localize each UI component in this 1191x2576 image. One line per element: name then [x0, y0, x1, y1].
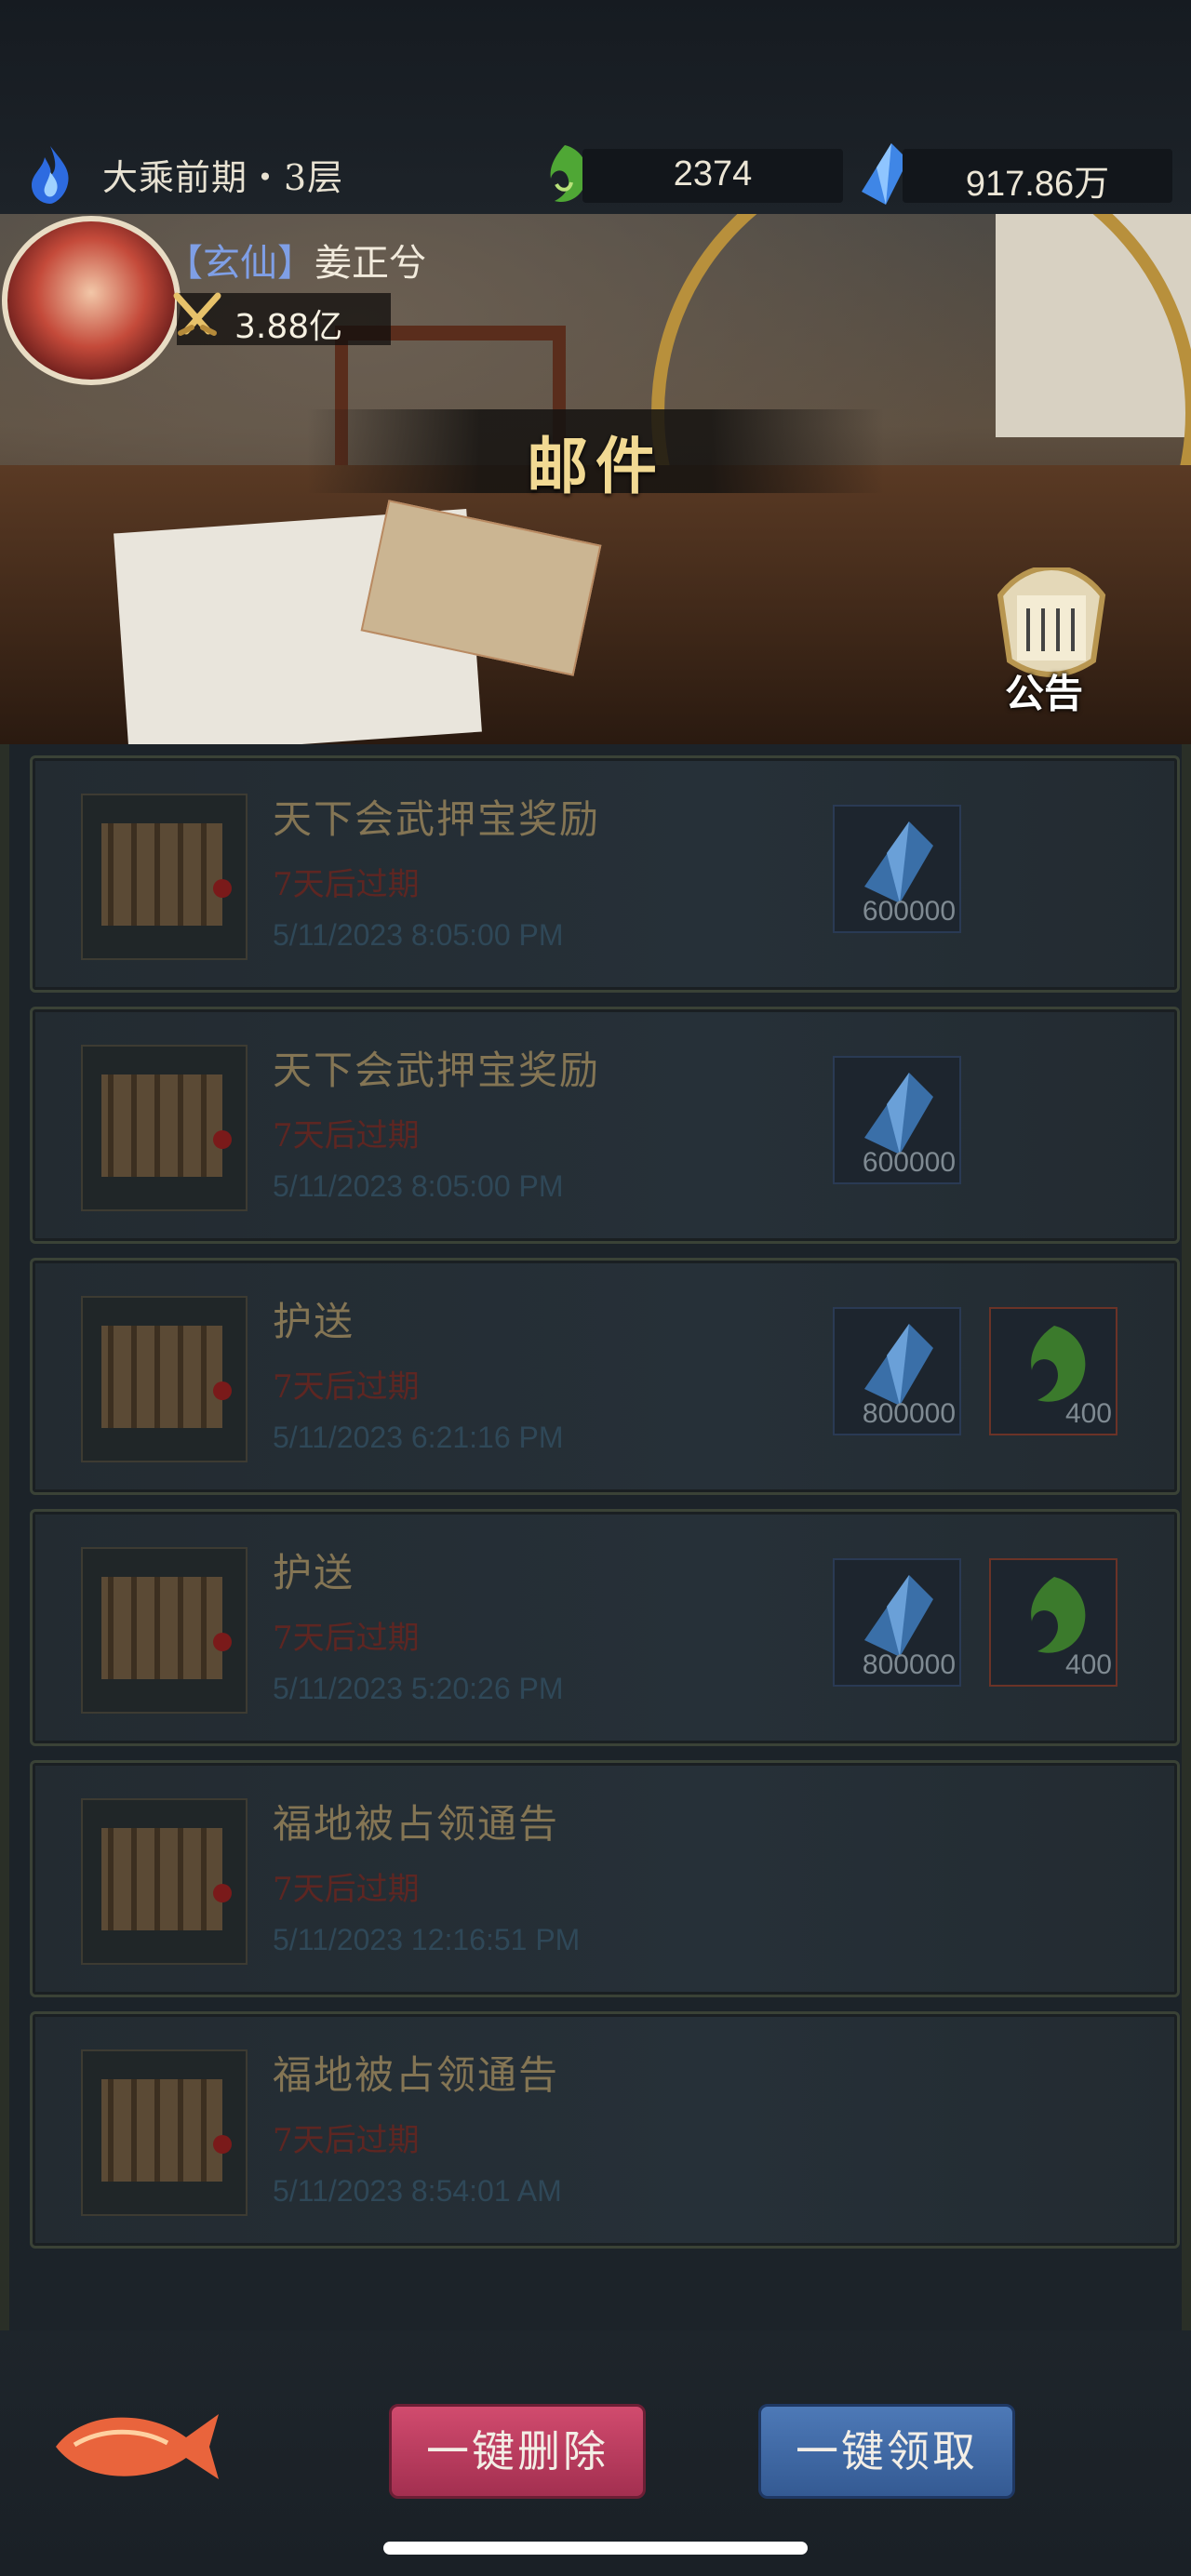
reward-count: 400 [1064, 1649, 1112, 1680]
reward-jade[interactable]: 400 [989, 1307, 1117, 1435]
mail-scroll-icon [81, 2049, 248, 2216]
reward-jade[interactable]: 400 [989, 1558, 1117, 1687]
mail-expire: 7天后过期 [273, 1368, 420, 1406]
mail-subject: 护送 [273, 1299, 355, 1344]
jade-icon [1031, 1577, 1086, 1653]
player-name-text: 姜正兮 [314, 242, 426, 285]
reward-crystal[interactable]: 600000 [833, 1056, 961, 1184]
reward-count: 400 [1064, 1398, 1112, 1429]
player-rank: 【玄仙】 [166, 242, 314, 285]
mail-scroll-icon [81, 794, 248, 960]
mail-list[interactable]: 天下会武押宝奖励 7天后过期 5/11/2023 8:05:00 PM 6000… [0, 744, 1191, 2330]
mail-item[interactable]: 护送 7天后过期 5/11/2023 6:21:16 PM 800000 400 [30, 1258, 1180, 1495]
reward-crystal[interactable]: 600000 [833, 805, 961, 933]
player-avatar[interactable] [2, 216, 181, 385]
combat-power-value: 3.88亿 [234, 308, 343, 346]
mail-subject: 天下会武押宝奖励 [273, 796, 601, 842]
mail-date: 5/11/2023 8:54:01 AM [273, 2174, 562, 2208]
crystal-icon [864, 1324, 933, 1406]
claim-all-button[interactable]: 一键领取 [758, 2404, 1015, 2499]
koi-fish-icon[interactable] [47, 2391, 223, 2493]
mail-expire: 7天后过期 [273, 866, 420, 903]
jade-currency-value: 2374 [673, 154, 753, 194]
mail-expire: 7天后过期 [273, 1117, 420, 1155]
mail-date: 5/11/2023 5:20:26 PM [273, 1672, 564, 1705]
reward-count: 800000 [862, 1398, 956, 1429]
mail-date: 5/11/2023 6:21:16 PM [273, 1421, 564, 1454]
mail-scroll-icon [81, 1296, 248, 1462]
mail-item[interactable]: 福地被占领通告 7天后过期 5/11/2023 12:16:51 PM [30, 1760, 1180, 1997]
delete-all-button[interactable]: 一键删除 [389, 2404, 646, 2499]
mail-item[interactable]: 天下会武押宝奖励 7天后过期 5/11/2023 8:05:00 PM 6000… [30, 1007, 1180, 1244]
crystal-currency-value: 917.86万 [965, 165, 1110, 204]
jade-icon [1031, 1326, 1086, 1402]
mail-expire: 7天后过期 [273, 2122, 420, 2159]
crystal-currency-pill: 917.86万 [903, 149, 1172, 204]
mail-item[interactable]: 护送 7天后过期 5/11/2023 5:20:26 PM 800000 400 [30, 1509, 1180, 1746]
mail-expire: 7天后过期 [273, 1871, 420, 1908]
page-title: 邮件 [527, 430, 664, 502]
mail-scroll-icon [81, 1547, 248, 1714]
crystal-icon [864, 1073, 933, 1155]
realm-flame-icon [32, 146, 69, 204]
mail-subject: 护送 [273, 1550, 355, 1595]
mail-scroll-icon [81, 1045, 248, 1211]
mail-subject: 福地被占领通告 [273, 1801, 560, 1847]
realm-level: 大乘前期・3层 [102, 157, 344, 198]
mail-date: 5/11/2023 12:16:51 PM [273, 1923, 581, 1956]
crystal-icon [864, 821, 933, 903]
mail-item[interactable]: 福地被占领通告 7天后过期 5/11/2023 8:54:01 AM [30, 2011, 1180, 2249]
mail-expire: 7天后过期 [273, 1620, 420, 1657]
mail-date: 5/11/2023 8:05:00 PM [273, 918, 564, 952]
home-indicator[interactable] [383, 2542, 808, 2555]
mail-item[interactable]: 天下会武押宝奖励 7天后过期 5/11/2023 8:05:00 PM 6000… [30, 755, 1180, 993]
mail-date: 5/11/2023 8:05:00 PM [273, 1169, 564, 1203]
mail-scroll-icon [81, 1798, 248, 1965]
player-name: 【玄仙】姜正兮 [166, 233, 426, 287]
reward-count: 800000 [862, 1649, 956, 1680]
mail-subject: 福地被占领通告 [273, 2052, 560, 2098]
crossed-swords-icon [173, 292, 221, 336]
reward-count: 600000 [862, 896, 956, 927]
notice-button-label[interactable]: 公告 [1005, 662, 1083, 719]
reward-crystal[interactable]: 800000 [833, 1307, 961, 1435]
reward-count: 600000 [862, 1147, 956, 1178]
reward-crystal[interactable]: 800000 [833, 1558, 961, 1687]
mail-subject: 天下会武押宝奖励 [273, 1048, 601, 1093]
crystal-icon [864, 1575, 933, 1657]
status-bar: 大乘前期・3层 2374 917.86万 [0, 0, 1191, 214]
jade-currency-pill: 2374 [582, 149, 843, 203]
